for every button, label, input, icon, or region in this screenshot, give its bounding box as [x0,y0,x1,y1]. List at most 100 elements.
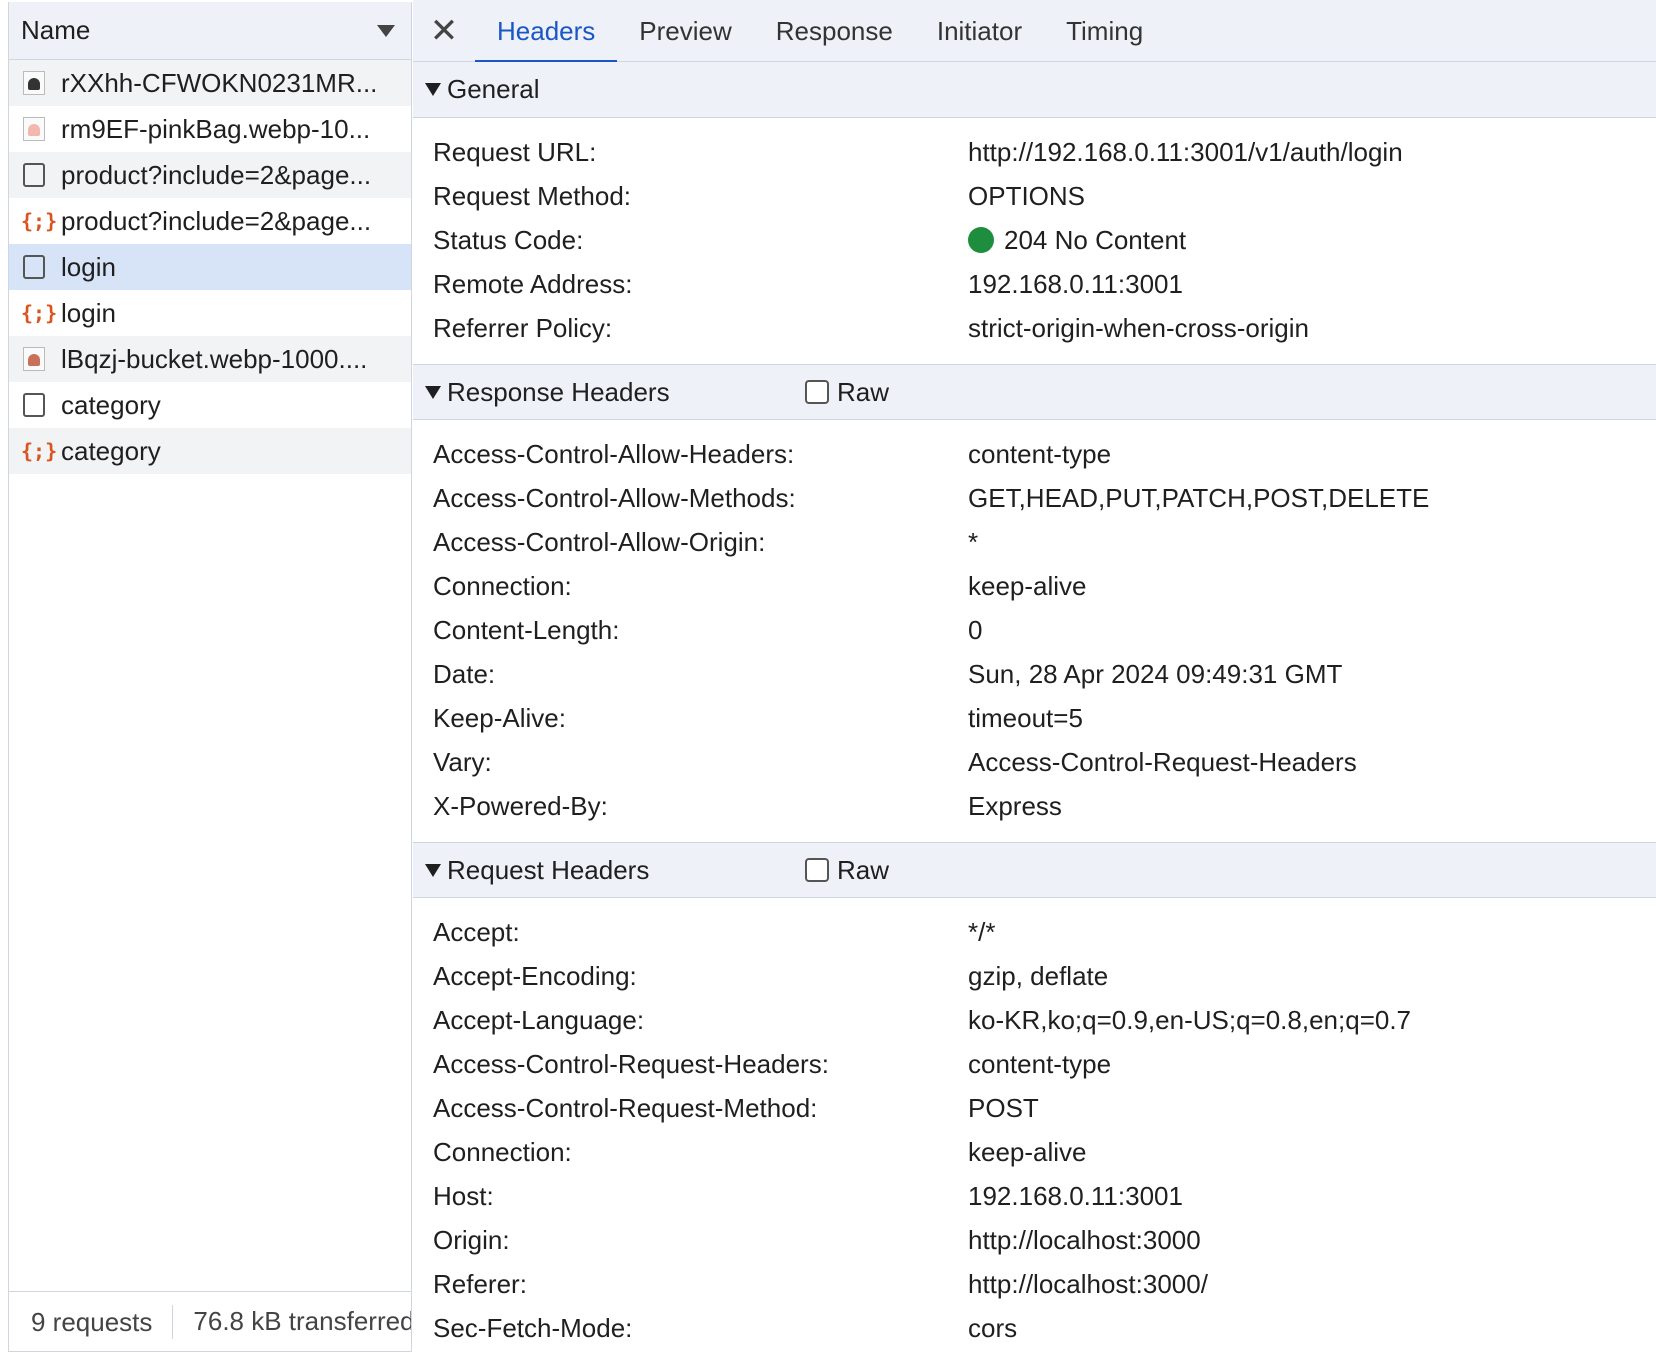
header-value: strict-origin-when-cross-origin [968,312,1309,343]
header-key: Host: [433,1180,494,1211]
header-value: Express [968,790,1062,821]
request-row[interactable]: login [9,244,411,290]
tab-preview[interactable]: Preview [617,0,753,62]
raw-label: Raw [837,376,890,407]
request-row[interactable]: product?include=2&page... [9,152,411,198]
expand-triangle-icon [425,385,441,399]
status-code-text: 204 No Content [1004,224,1187,255]
header-row: Accept: */* [413,910,1656,954]
tab-initiator[interactable]: Initiator [915,0,1044,62]
request-list-panel: Name rXXhh-CFWOKN0231MR... rm9EF-pinkBag.… [8,2,412,1352]
response-headers-section-header[interactable]: Response Headers Raw [413,364,1656,420]
response-headers-section: Access-Control-Allow-Headers: content-typ… [413,432,1656,828]
request-row[interactable]: lBqzj-bucket.webp-1000.... [9,336,411,382]
header-value: cors [968,1312,1018,1343]
general-section: Request URL: http://192.168.0.11:3001/v1/… [413,130,1656,350]
header-row: Access-Control-Allow-Origin: * [413,520,1656,564]
document-icon [23,255,45,279]
header-value: * [968,526,979,557]
header-key: Referer: [433,1268,527,1299]
status-ok-icon [968,227,994,253]
header-key: Access-Control-Allow-Origin: [433,526,766,557]
name-column-header[interactable]: Name [9,2,411,60]
header-key: Referrer Policy: [433,312,613,343]
header-value: POST [968,1092,1039,1123]
request-name: product?include=2&page... [61,159,372,190]
request-name: product?include=2&page... [61,205,372,236]
request-row[interactable]: {;} product?include=2&page... [9,198,411,244]
header-row: Content-Length: 0 [413,608,1656,652]
header-row: Date: Sun, 28 Apr 2024 09:49:31 GMT [413,652,1656,696]
request-details-panel: ✕ Headers Preview Response Initiator Tim… [413,0,1656,1354]
header-value: http://192.168.0.11:3001/v1/auth/login [968,136,1403,167]
header-key: Connection: [433,1136,572,1167]
raw-checkbox[interactable] [805,380,829,404]
header-key: Accept-Language: [433,1004,645,1035]
header-key: Access-Control-Allow-Methods: [433,482,796,513]
header-row: Referrer Policy: strict-origin-when-cross… [413,306,1656,350]
header-row: Origin: http://localhost:3000 [413,1218,1656,1262]
header-key: Connection: [433,570,572,601]
header-value: GET,HEAD,PUT,PATCH,POST,DELETE [968,482,1430,513]
header-value: 192.168.0.11:3001 [968,1180,1183,1211]
header-row: Connection: keep-alive [413,1130,1656,1174]
header-row: Request URL: http://192.168.0.11:3001/v1/… [413,130,1656,174]
request-name: category [61,435,161,466]
header-value: content-type [968,438,1112,469]
tab-timing[interactable]: Timing [1044,0,1165,62]
tab-headers[interactable]: Headers [475,0,618,63]
raw-checkbox[interactable] [805,858,829,882]
request-name: lBqzj-bucket.webp-1000.... [61,343,368,374]
header-value: Access-Control-Request-Headers [968,746,1357,777]
request-count: 9 requests [9,1304,174,1339]
request-headers-section-header[interactable]: Request Headers Raw [413,842,1656,898]
header-row: Request Method: OPTIONS [413,174,1656,218]
devtools-network-panel: Name rXXhh-CFWOKN0231MR... rm9EF-pinkBag.… [0,0,1656,1354]
request-name: rm9EF-pinkBag.webp-10... [61,113,371,144]
header-row: Vary: Access-Control-Request-Headers [413,740,1656,784]
header-key: Accept-Encoding: [433,960,637,991]
request-headers-section: Accept: */* Accept-Encoding: gzip, deflate A… [413,910,1656,1350]
json-icon: {;} [21,301,58,325]
request-row[interactable]: {;} category [9,428,411,474]
details-tab-bar: ✕ Headers Preview Response Initiator Tim… [413,0,1656,63]
header-key: Remote Address: [433,268,633,299]
header-key: Sec-Fetch-Mode: [433,1312,633,1343]
header-value: http://localhost:3000 [968,1224,1201,1255]
header-row: Host: 192.168.0.11:3001 [413,1174,1656,1218]
tab-response[interactable]: Response [754,0,915,62]
name-column-label: Name [21,15,91,45]
header-value: 192.168.0.11:3001 [968,268,1183,299]
raw-toggle[interactable]: Raw [805,377,889,408]
expand-triangle-icon [425,83,441,96]
header-value: Sun, 28 Apr 2024 09:49:31 GMT [968,658,1343,689]
sort-dropdown-icon[interactable] [377,24,395,37]
header-row: Access-Control-Request-Method: POST [413,1086,1656,1130]
header-key: Date: [433,658,496,689]
header-value: gzip, deflate [968,960,1109,991]
header-value: keep-alive [968,570,1087,601]
request-row[interactable]: category [9,382,411,428]
request-list: rXXhh-CFWOKN0231MR... rm9EF-pinkBag.webp-… [9,60,411,474]
header-row: Referer: http://localhost:3000/ [413,1262,1656,1306]
header-key: Access-Control-Request-Method: [433,1092,818,1123]
document-icon [23,163,45,187]
json-icon: {;} [21,439,58,463]
header-value: 204 No Content [968,225,1186,256]
raw-label: Raw [837,854,890,885]
expand-triangle-icon [425,863,441,877]
header-value: content-type [968,1048,1112,1079]
request-row[interactable]: {;} login [9,290,411,336]
header-value: 0 [968,614,983,645]
transferred-size: 76.8 kB transferred [193,1306,411,1336]
header-row: Sec-Fetch-Mode: cors [413,1306,1656,1350]
close-icon[interactable]: ✕ [413,0,475,62]
raw-toggle[interactable]: Raw [805,855,889,886]
header-row: Accept-Language: ko-KR,ko;q=0.9,en-US;q=0… [413,998,1656,1042]
general-section-header[interactable]: General [413,62,1656,118]
header-row: Status Code: 204 No Content [413,218,1656,262]
header-key: X-Powered-By: [433,790,608,821]
request-row[interactable]: rm9EF-pinkBag.webp-10... [9,106,411,152]
header-key: Request URL: [433,136,597,167]
request-row[interactable]: rXXhh-CFWOKN0231MR... [9,60,411,106]
